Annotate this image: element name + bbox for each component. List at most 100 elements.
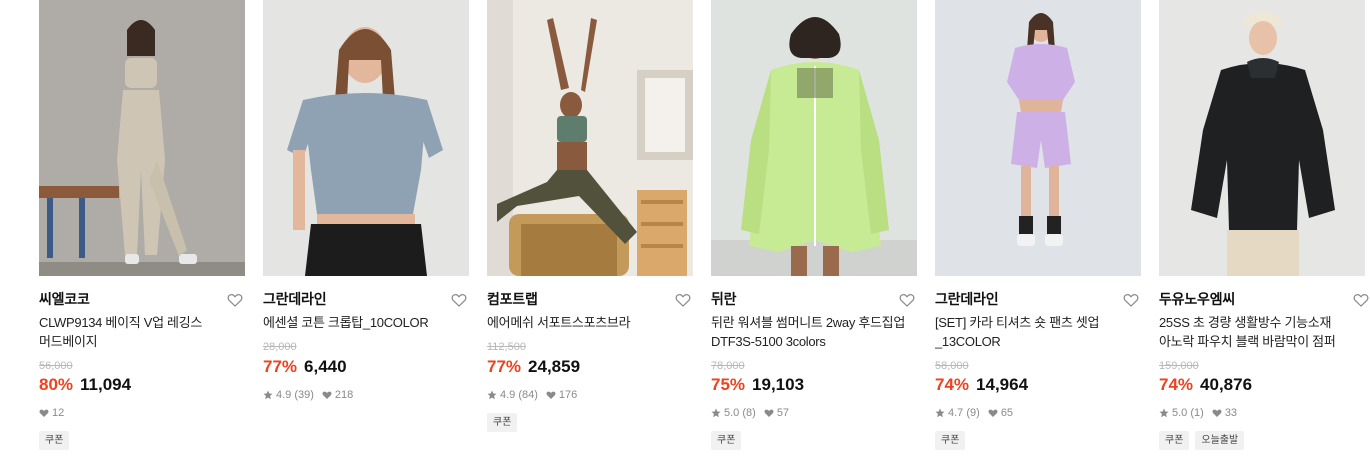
sale-price: 11,094: [80, 375, 132, 394]
rating-value: 5.0: [1172, 407, 1188, 419]
product-card[interactable]: 뒤란 뒤란 워셔블 썸머니트 2way 후드집업 DTF3S-5100 3col…: [711, 0, 917, 456]
likes-count: 33: [1224, 407, 1238, 419]
rating-value: 4.9: [276, 389, 292, 401]
coupon-tag: 쿠폰: [487, 413, 518, 432]
product-name-line: 에어메쉬 서포트스포츠브라: [487, 315, 631, 330]
heart-filled-icon: [39, 409, 49, 417]
product-name-line: DTF3S-5100 3colors: [711, 334, 826, 349]
product-card[interactable]: 컴포트랩 에어메쉬 서포트스포츠브라 112,500 77% 24,859 4.9…: [487, 0, 693, 456]
heart-outline-icon[interactable]: [1123, 292, 1139, 308]
original-price: 78,000: [711, 360, 745, 372]
original-price: 56,000: [39, 360, 73, 372]
rating-value: 4.7: [948, 407, 964, 419]
heart-filled-icon: [546, 391, 556, 399]
heart-outline-icon[interactable]: [899, 292, 915, 308]
heart-filled-icon: [322, 391, 332, 399]
tag-list: 쿠폰: [39, 431, 70, 450]
product-meta: 4.7 (9) 65: [935, 406, 1013, 420]
product-card[interactable]: 그란데라인 [SET] 카라 티셔츠 숏 팬츠 셋업 _13COLOR 58,0…: [935, 0, 1141, 456]
heart-outline-icon[interactable]: [227, 292, 243, 308]
sale-price: 24,859: [528, 357, 581, 376]
product-image[interactable]: [1159, 0, 1365, 276]
likes-count: 12: [52, 407, 65, 419]
coupon-tag: 쿠폰: [39, 431, 70, 450]
star-icon: [263, 390, 273, 400]
brand-name[interactable]: 뒤란: [711, 290, 917, 308]
discount-rate: 77%: [487, 357, 522, 376]
brand-row: 그란데라인: [263, 290, 469, 310]
price-row: 77% 24,859: [487, 357, 580, 377]
brand-row: 컴포트랩: [487, 290, 693, 310]
review-count: (8): [742, 407, 756, 419]
product-card[interactable]: 그란데라인 에센셜 코튼 크롭탑_10COLOR 28,000 77% 6,440…: [263, 0, 469, 456]
likes-count: 176: [558, 389, 578, 401]
product-name[interactable]: 25SS 초 경량 생활방수 기능소재 아노락 파우치 블랙 바람막이 점퍼: [1159, 313, 1365, 351]
heart-filled-icon: [988, 409, 998, 417]
product-name[interactable]: CLWP9134 베이직 V업 레깅스 머드베이지: [39, 313, 245, 351]
product-image[interactable]: [935, 0, 1141, 276]
product-name-line: CLWP9134 베이직 V업 레깅스: [39, 315, 203, 330]
brand-name[interactable]: 씨엘코코: [39, 290, 245, 308]
same-day-shipping-tag: 오늘출발: [1195, 431, 1245, 450]
product-image[interactable]: [487, 0, 693, 276]
discount-rate: 75%: [711, 375, 746, 394]
discount-rate: 74%: [935, 375, 970, 394]
product-name-line: 아노락 파우치 블랙 바람막이 점퍼: [1159, 334, 1336, 349]
price-row: 74% 14,964: [935, 375, 1028, 395]
review-count: (9): [966, 407, 980, 419]
star-icon: [1159, 408, 1169, 418]
sale-price: 14,964: [976, 375, 1029, 394]
brand-name[interactable]: 그란데라인: [935, 290, 1141, 308]
discount-rate: 80%: [39, 375, 74, 394]
price-row: 80% 11,094: [39, 375, 131, 395]
original-price: 28,000: [263, 341, 297, 353]
product-name[interactable]: [SET] 카라 티셔츠 숏 팬츠 셋업 _13COLOR: [935, 313, 1141, 351]
product-card[interactable]: 두유노우엠씨 25SS 초 경량 생활방수 기능소재 아노락 파우치 블랙 바람…: [1159, 0, 1370, 456]
product-image[interactable]: [39, 0, 245, 276]
product-meta: 5.0 (8) 57: [711, 406, 789, 420]
tag-list: 쿠폰: [487, 413, 518, 432]
heart-outline-icon[interactable]: [1353, 292, 1369, 308]
brand-name[interactable]: 그란데라인: [263, 290, 469, 308]
product-image[interactable]: [711, 0, 917, 276]
coupon-tag: 쿠폰: [711, 431, 742, 450]
likes-count: 218: [334, 389, 354, 401]
coupon-tag: 쿠폰: [1159, 431, 1190, 450]
review-count: (39): [294, 389, 314, 401]
discount-rate: 77%: [263, 357, 298, 376]
review-count: (84): [518, 389, 538, 401]
sale-price: 40,876: [1200, 375, 1253, 394]
product-meta: 4.9 (39) 218: [263, 388, 353, 402]
star-icon: [711, 408, 721, 418]
tag-list: 쿠폰: [935, 431, 966, 450]
rating-value: 4.9: [500, 389, 516, 401]
brand-row: 그란데라인: [935, 290, 1141, 310]
product-meta: 5.0 (1) 33: [1159, 406, 1237, 420]
coupon-tag: 쿠폰: [935, 431, 966, 450]
tag-list: 쿠폰: [711, 431, 742, 450]
product-name-line: 25SS 초 경량 생활방수 기능소재: [1159, 315, 1332, 330]
original-price: 112,500: [487, 341, 526, 353]
star-icon: [487, 390, 497, 400]
heart-filled-icon: [1212, 409, 1222, 417]
product-name[interactable]: 뒤란 워셔블 썸머니트 2way 후드집업 DTF3S-5100 3colors: [711, 313, 917, 351]
review-count: (1): [1190, 407, 1204, 419]
product-image[interactable]: [263, 0, 469, 276]
product-name[interactable]: 에어메쉬 서포트스포츠브라: [487, 313, 693, 332]
brand-row: 뒤란: [711, 290, 917, 310]
price-row: 77% 6,440: [263, 357, 347, 377]
product-name-line: 머드베이지: [39, 334, 98, 349]
likes-count: 65: [1000, 407, 1014, 419]
sale-price: 19,103: [752, 375, 805, 394]
discount-rate: 74%: [1159, 375, 1194, 394]
brand-row: 씨엘코코: [39, 290, 245, 310]
heart-outline-icon[interactable]: [675, 292, 691, 308]
product-name-line: [SET] 카라 티셔츠 숏 팬츠 셋업: [935, 315, 1100, 330]
brand-name[interactable]: 컴포트랩: [487, 290, 693, 308]
rating-value: 5.0: [724, 407, 740, 419]
brand-name[interactable]: 두유노우엠씨: [1159, 290, 1365, 308]
product-card[interactable]: 씨엘코코 CLWP9134 베이직 V업 레깅스 머드베이지 56,000 80…: [39, 0, 245, 456]
heart-outline-icon[interactable]: [451, 292, 467, 308]
original-price: 159,000: [1159, 360, 1199, 372]
product-name[interactable]: 에센셜 코튼 크롭탑_10COLOR: [263, 313, 469, 332]
